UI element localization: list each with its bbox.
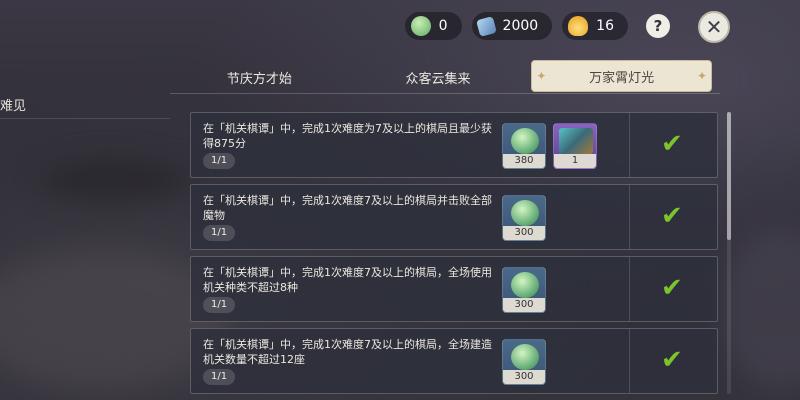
- help-button[interactable]: ?: [646, 14, 670, 38]
- reward-item[interactable]: 300: [502, 195, 546, 241]
- ticket-icon: [475, 15, 497, 37]
- reward-item[interactable]: 1: [553, 123, 597, 169]
- close-icon: ✕: [705, 15, 723, 39]
- reward-item[interactable]: 380: [502, 123, 546, 169]
- scrollbar-thumb[interactable]: [727, 112, 731, 240]
- check-icon: ✔: [661, 273, 683, 303]
- festive-ball-icon: [511, 344, 539, 370]
- tab-label: 节庆方才始: [226, 72, 292, 87]
- background-blur: [720, 230, 800, 390]
- festive-ball-icon: [511, 128, 539, 154]
- check-icon: ✔: [661, 129, 683, 159]
- tab-lantern-lights[interactable]: ✦ 万家霄灯光 ✦: [531, 60, 713, 92]
- festive-ball-icon: [511, 272, 539, 298]
- divider: [629, 257, 630, 321]
- check-icon: ✔: [661, 201, 683, 231]
- task-description: 在「机关棋谭」中，完成1次难度7及以上的棋局，全场建造机关数量不超过12座: [203, 338, 492, 366]
- task-card: 在「机关棋谭」中，完成1次难度7及以上的棋局，全场建造机关数量不超过12座 1/…: [190, 328, 718, 394]
- currency-ticket[interactable]: 2000: [471, 12, 553, 40]
- reward-item[interactable]: 300: [502, 267, 546, 313]
- reward-count: 300: [503, 298, 545, 312]
- reward-count: 380: [503, 154, 545, 168]
- task-progress: 1/1: [203, 225, 236, 241]
- star-icon: ✦: [696, 69, 708, 83]
- close-button[interactable]: ✕: [698, 11, 730, 43]
- festive-ball-icon: [511, 200, 539, 226]
- currency-festive-ball[interactable]: 0: [404, 12, 462, 40]
- background-blur: [40, 160, 190, 200]
- flame-icon: [568, 16, 589, 36]
- namecard-icon: [559, 128, 593, 154]
- tab-bar: 节庆方才始 众客云集来 ✦ 万家霄灯光 ✦: [170, 60, 720, 94]
- divider: [629, 329, 630, 393]
- divider: [0, 118, 170, 119]
- star-icon: ✦: [536, 69, 547, 83]
- divider: [629, 113, 630, 177]
- reward-count: 300: [503, 370, 545, 384]
- task-progress: 1/1: [203, 153, 236, 169]
- task-description: 在「机关棋谭」中，完成1次难度7及以上的棋局并击败全部魔物: [203, 194, 492, 222]
- currency-value: 16: [596, 18, 614, 34]
- task-description: 在「机关棋谭」中，完成1次难度7及以上的棋局，全场使用机关种类不超过8种: [203, 266, 492, 294]
- task-card: 在「机关棋谭」中，完成1次难度7及以上的棋局并击败全部魔物 1/1 300 ✔: [190, 184, 718, 250]
- task-description: 在「机关棋谭」中，完成1次难度为7及以上的棋局且最少获得875分: [203, 122, 492, 150]
- task-card: 在「机关棋谭」中，完成1次难度7及以上的棋局，全场使用机关种类不超过8种 1/1…: [190, 256, 718, 322]
- tab-label: 众客云集来: [405, 72, 471, 87]
- sidebar-item-label[interactable]: 难见: [0, 95, 26, 114]
- reward-count: 1: [554, 154, 596, 168]
- task-card: 在「机关棋谭」中，完成1次难度为7及以上的棋局且最少获得875分 1/1 380…: [190, 112, 718, 178]
- task-list[interactable]: 在「机关棋谭」中，完成1次难度为7及以上的棋局且最少获得875分 1/1 380…: [190, 112, 718, 400]
- task-progress: 1/1: [203, 297, 236, 313]
- tab-festival-start[interactable]: 节庆方才始: [170, 62, 349, 93]
- currency-flame[interactable]: 16: [562, 12, 628, 40]
- currency-bar: 0 2000 16: [404, 12, 628, 40]
- reward-item[interactable]: 300: [502, 339, 546, 385]
- currency-value: 2000: [502, 18, 539, 34]
- festive-ball-icon: [410, 16, 431, 36]
- check-icon: ✔: [661, 345, 683, 375]
- reward-count: 300: [503, 226, 545, 240]
- divider: [629, 185, 630, 249]
- task-progress: 1/1: [203, 369, 236, 385]
- currency-value: 0: [438, 18, 448, 34]
- tab-label: 万家霄灯光: [589, 70, 655, 86]
- tab-guests-gather[interactable]: 众客云集来: [349, 62, 528, 93]
- scrollbar[interactable]: [727, 112, 731, 394]
